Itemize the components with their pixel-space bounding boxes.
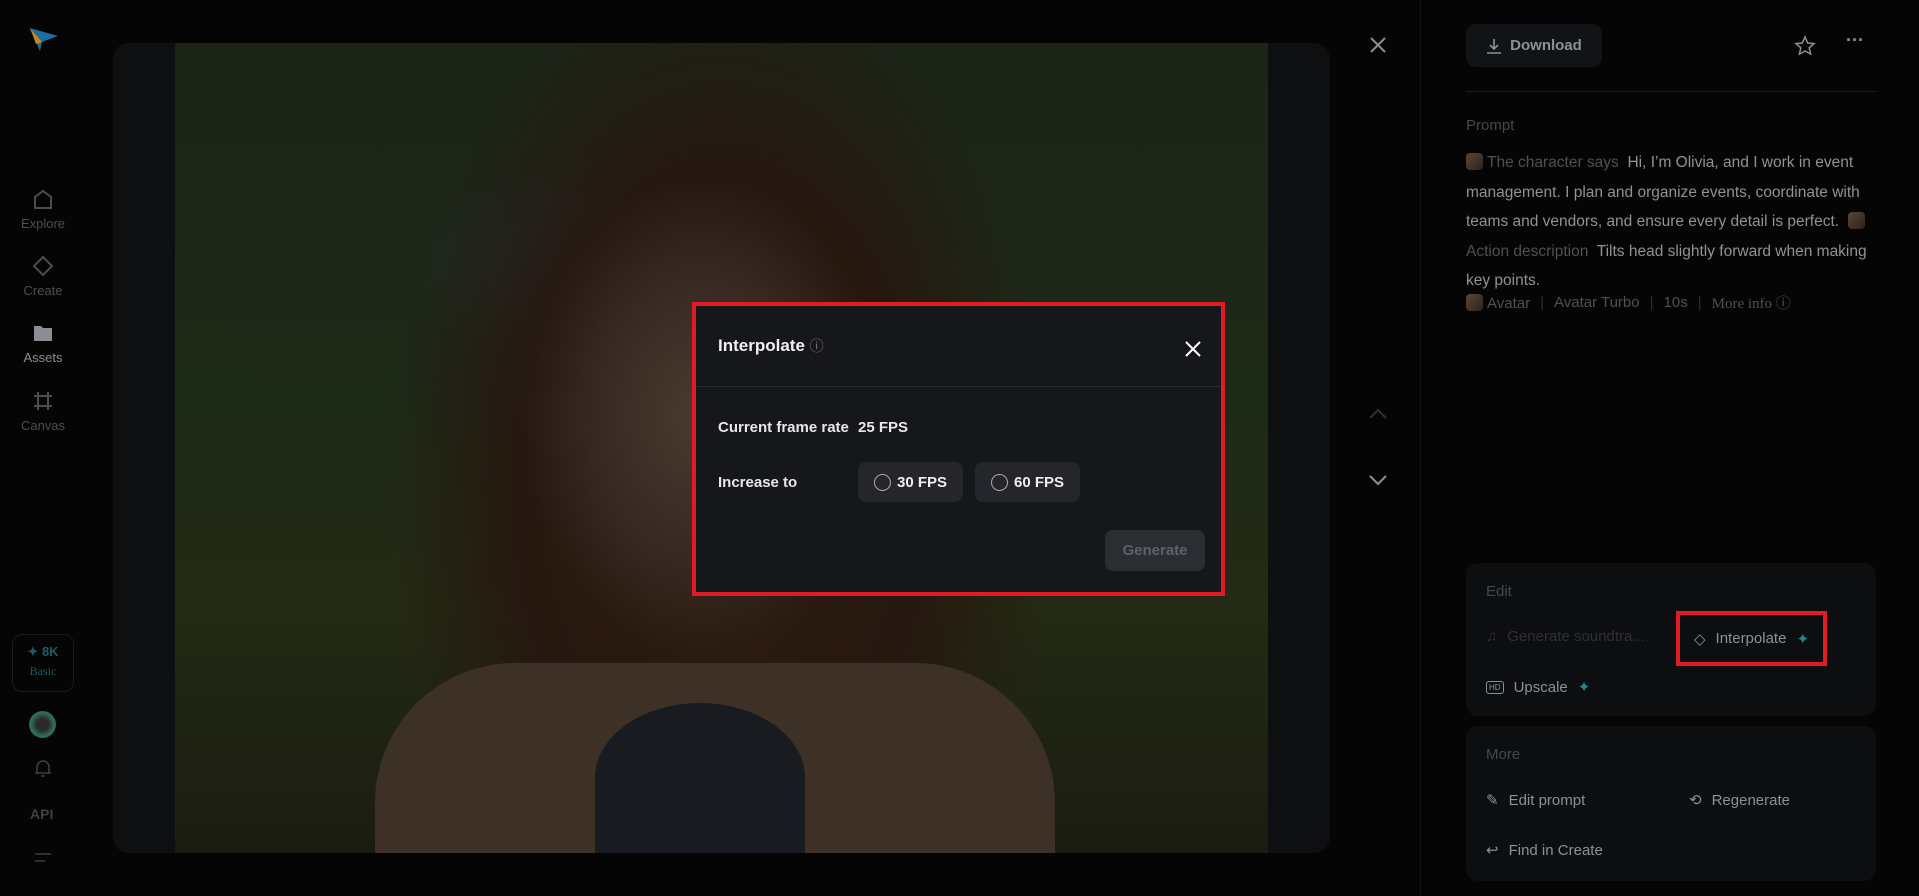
more-options-icon[interactable]: ···	[1846, 30, 1864, 51]
item-label: Regenerate	[1711, 791, 1790, 809]
option-label: 30 FPS	[897, 473, 948, 491]
radio-icon	[991, 473, 1008, 491]
sidebar-item-label: Canvas	[20, 418, 66, 433]
sparkle-icon: ✦	[1577, 679, 1591, 696]
meta-duration: 10s	[1663, 294, 1688, 311]
increase-to-label: Increase to	[718, 474, 798, 491]
home-icon	[34, 189, 52, 209]
sparkle-icon: ✦	[1796, 630, 1810, 648]
interpolate-icon: ◇	[1694, 630, 1706, 648]
generate-button[interactable]: Generate	[1105, 530, 1205, 571]
canvas-icon	[34, 392, 52, 410]
option-label: 60 FPS	[1014, 473, 1065, 491]
credits-badge[interactable]: ✦ 8K Basic	[12, 634, 74, 692]
avatar[interactable]	[29, 711, 56, 738]
edit-heading: Edit	[1486, 583, 1512, 600]
avatar-thumbnail	[1466, 153, 1483, 170]
upscale-button[interactable]: HD Upscale ✦	[1486, 678, 1590, 696]
edit-prompt-button[interactable]: ✎ Edit prompt	[1486, 791, 1586, 810]
download-icon	[1487, 38, 1502, 54]
item-label: Edit prompt	[1508, 791, 1586, 809]
more-info-label: More info	[1711, 296, 1773, 312]
item-label: Upscale	[1513, 678, 1568, 696]
prompt-heading: Prompt	[1466, 117, 1515, 134]
chevron-down-icon[interactable]	[1368, 474, 1388, 486]
current-frame-rate-value: 25 FPS	[858, 419, 909, 436]
info-icon: ⓘ	[1775, 296, 1791, 312]
sparkle-icon: ✦	[27, 644, 42, 659]
diamond-icon	[32, 255, 54, 277]
download-button[interactable]: Download	[1466, 24, 1602, 67]
divider	[1420, 0, 1421, 896]
divider	[696, 386, 1221, 387]
interpolate-dialog: Interpolate ⓘ Current frame rate 25 FPS …	[692, 302, 1225, 596]
star-icon[interactable]	[1794, 35, 1816, 57]
regenerate-button[interactable]: ⟲ Regenerate	[1689, 791, 1790, 810]
bell-icon[interactable]	[33, 758, 53, 778]
logo-icon[interactable]	[28, 24, 60, 52]
close-viewer-icon[interactable]	[1369, 36, 1387, 54]
prompt-tag: Action description	[1466, 242, 1589, 260]
chevron-up-icon[interactable]	[1368, 408, 1388, 420]
radio-icon	[874, 473, 891, 491]
item-label: Find in Create	[1508, 841, 1603, 859]
find-in-create-button[interactable]: ↩ Find in Create	[1486, 841, 1603, 860]
api-link[interactable]: API	[30, 806, 53, 822]
avatar-thumbnail	[1847, 212, 1865, 229]
option-30-fps[interactable]: 30 FPS	[858, 462, 964, 502]
menu-icon[interactable]	[34, 852, 52, 864]
credits-count: 8K	[41, 644, 59, 659]
sidebar-item-assets[interactable]: Assets	[0, 322, 86, 365]
sidebar-item-canvas[interactable]: Canvas	[0, 390, 86, 433]
sidebar-item-label: Create	[23, 283, 63, 298]
current-frame-rate-label: Current frame rate	[718, 419, 849, 436]
sidebar-item-create[interactable]: Create	[0, 255, 86, 298]
avatar-thumbnail	[1466, 293, 1483, 311]
generate-soundtrack-button[interactable]: ♫ Generate soundtra...	[1486, 628, 1645, 645]
info-icon[interactable]: ⓘ	[810, 338, 824, 354]
meta-row: Avatar | Avatar Turbo | 10s | More info ⓘ	[1466, 292, 1791, 313]
more-heading: More	[1486, 746, 1521, 763]
download-label: Download	[1510, 37, 1582, 54]
edit-icon: ✎	[1486, 792, 1499, 809]
sidebar-item-explore[interactable]: Explore	[0, 188, 86, 231]
meta-type: Avatar	[1487, 294, 1531, 312]
dialog-title: Interpolate ⓘ	[718, 336, 824, 356]
plan-label: Basic	[29, 664, 57, 678]
music-icon: ♫	[1486, 628, 1498, 645]
interpolate-button[interactable]: ◇ Interpolate ✦	[1676, 611, 1828, 666]
folder-icon	[34, 326, 52, 341]
edit-panel: Edit ♫ Generate soundtra... ◇ Interpolate ✦…	[1466, 563, 1876, 716]
regenerate-icon: ⟲	[1689, 792, 1702, 809]
prompt-tag: The character says	[1487, 154, 1619, 171]
sidebar-item-label: Assets	[23, 350, 63, 365]
return-icon: ↩	[1486, 842, 1499, 859]
prompt-text: The character says Hi, I’m Olivia, and I…	[1466, 148, 1876, 296]
details-panel: Download ··· Prompt The character says H…	[1466, 0, 1876, 896]
more-panel: More ✎ Edit prompt ⟲ Regenerate ↩ Find in C…	[1466, 726, 1876, 881]
item-label: Generate soundtra...	[1507, 628, 1645, 645]
option-60-fps[interactable]: 60 FPS	[975, 462, 1081, 502]
sidebar-item-label: Explore	[20, 216, 66, 231]
more-info-link[interactable]: More info ⓘ	[1712, 292, 1791, 313]
item-label: Interpolate	[1715, 630, 1787, 647]
close-icon[interactable]	[1184, 340, 1202, 358]
divider	[1466, 91, 1876, 92]
meta-model: Avatar Turbo	[1554, 294, 1640, 311]
hd-icon: HD	[1486, 680, 1504, 694]
dialog-title-text: Interpolate	[718, 336, 805, 355]
